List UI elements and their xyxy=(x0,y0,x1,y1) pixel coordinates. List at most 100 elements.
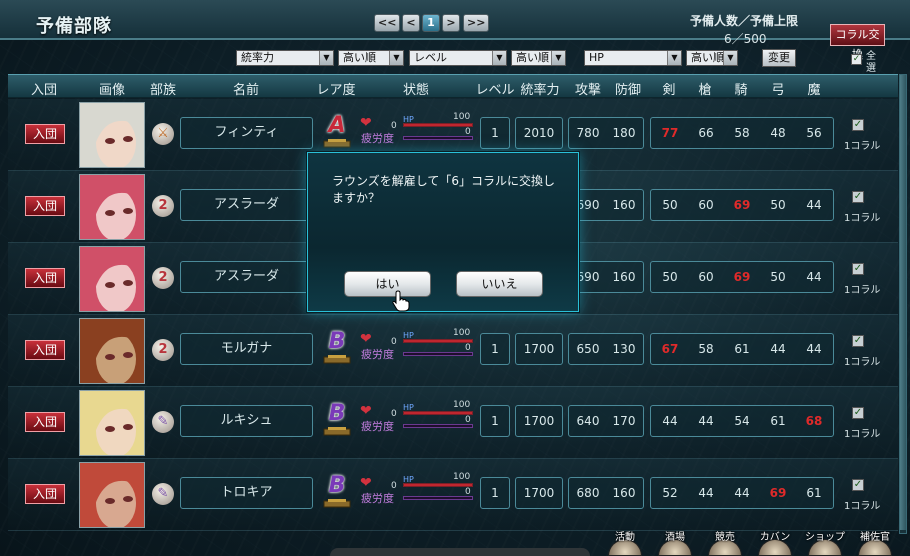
coral-exchange-button[interactable]: コラル交換 xyxy=(830,24,885,61)
chevron-down-icon: ▼ xyxy=(723,51,737,65)
sword-value: 44 xyxy=(662,414,678,428)
level-cell: 1 xyxy=(480,405,510,437)
table-row: 入団 2 モルガナ B ❤ 0 HP 100 疲労度 0 1 1700 650 … xyxy=(8,315,898,387)
tribe-glyph: 2 xyxy=(158,342,168,357)
scrollbar[interactable] xyxy=(899,74,907,534)
sort-filter-bar: 統率力▼ 高い順▼ レベル▼ 高い順▼ HP▼ 高い順▼ 変更 ✓ 全選択 xyxy=(0,46,910,86)
row-checkbox[interactable]: ✓ xyxy=(852,407,864,419)
sword-value: 50 xyxy=(662,198,678,212)
sort-key-3-select[interactable]: HP ▼ xyxy=(584,50,682,66)
portrait-image xyxy=(80,103,144,167)
tribe-icon: ✎ xyxy=(152,411,174,433)
coral-value-label: 1コラル xyxy=(844,429,881,440)
defense-value: 160 xyxy=(612,486,636,500)
reserve-label: 予備人数／予備上限 xyxy=(690,14,799,28)
nav-bag-button[interactable]: カバン xyxy=(750,528,800,556)
apply-sort-button[interactable]: 変更 xyxy=(762,49,796,67)
unit-name: フィンティ xyxy=(180,117,313,149)
hp-bar-fill xyxy=(404,340,472,342)
row-checkbox[interactable]: ✓ xyxy=(852,263,864,275)
first-page-button[interactable]: << xyxy=(374,14,401,32)
spear-value: 44 xyxy=(698,486,714,500)
unit-name: モルガナ xyxy=(180,333,313,365)
sort-order-1-select[interactable]: 高い順 ▼ xyxy=(338,50,404,66)
weapon-aptitude-cell: 67 58 61 44 44 xyxy=(650,333,834,365)
join-button[interactable]: 入団 xyxy=(25,196,65,216)
page-title: 予備部隊 xyxy=(36,16,112,37)
nav-shop-button[interactable]: ショップ xyxy=(800,528,850,556)
heart-icon: ❤ xyxy=(360,331,372,347)
row-checkbox[interactable]: ✓ xyxy=(852,191,864,203)
reserve-count: 6／500 xyxy=(724,32,767,46)
spear-value: 66 xyxy=(698,126,714,140)
cavalry-value: 44 xyxy=(734,486,750,500)
unit-portrait xyxy=(79,246,145,312)
tribe-icon: ✎ xyxy=(152,483,174,505)
join-button[interactable]: 入団 xyxy=(25,484,65,504)
portrait-image xyxy=(80,247,144,311)
fatigue-bar xyxy=(403,352,473,356)
row-checkbox[interactable]: ✓ xyxy=(852,335,864,347)
sort-order-2-select[interactable]: 高い順 ▼ xyxy=(511,50,566,66)
nav-tavern-button[interactable]: 酒場 xyxy=(650,528,700,556)
fatigue-label: 疲労度 xyxy=(361,132,394,145)
rarity-badge: B xyxy=(320,401,354,437)
magic-value: 56 xyxy=(806,126,822,140)
yes-button[interactable]: はい xyxy=(344,271,431,297)
current-page-button[interactable]: 1 xyxy=(422,14,440,32)
sort-key-1-select[interactable]: 統率力 ▼ xyxy=(236,50,334,66)
attack-defense-cell: 690 160 xyxy=(568,261,644,293)
no-button[interactable]: いいえ xyxy=(456,271,543,297)
join-button[interactable]: 入団 xyxy=(25,340,65,360)
attack-value: 640 xyxy=(576,414,600,428)
col-level: レベル xyxy=(475,83,515,98)
coral-value-label: 1コラル xyxy=(844,285,881,296)
col-cavalry: 騎 xyxy=(734,83,748,98)
attack-defense-cell: 640 170 xyxy=(568,405,644,437)
heart-icon: ❤ xyxy=(360,475,372,491)
next-page-button[interactable]: > xyxy=(442,14,460,32)
col-name: 名前 xyxy=(232,83,260,98)
join-button[interactable]: 入団 xyxy=(25,412,65,432)
nav-activity-button[interactable]: 活動 xyxy=(600,528,650,556)
chevron-down-icon: ▼ xyxy=(492,51,506,65)
prev-page-button[interactable]: < xyxy=(402,14,420,32)
coral-value-label: 1コラル xyxy=(844,501,881,512)
unit-name: トロキア xyxy=(180,477,313,509)
row-checkbox[interactable]: ✓ xyxy=(852,119,864,131)
sort-key-2-select[interactable]: レベル ▼ xyxy=(409,50,507,66)
nav-activity-label: 活動 xyxy=(615,532,635,543)
col-attack: 攻撃 xyxy=(574,83,602,98)
attack-value: 780 xyxy=(576,126,600,140)
select-all-checkbox[interactable]: ✓ xyxy=(851,54,862,65)
tribe-icon: 2 xyxy=(152,267,174,289)
join-button[interactable]: 入団 xyxy=(25,124,65,144)
row-checkbox[interactable]: ✓ xyxy=(852,479,864,491)
join-button[interactable]: 入団 xyxy=(25,268,65,288)
nav-auction-button[interactable]: 競売 xyxy=(700,528,750,556)
nav-assistant-button[interactable]: 補佐官 xyxy=(850,528,900,556)
defense-value: 130 xyxy=(612,342,636,356)
sort-key-2-value: レベル xyxy=(414,51,447,64)
last-page-button[interactable]: >> xyxy=(463,14,490,32)
chevron-down-icon: ▼ xyxy=(667,51,681,65)
command-cell: 1700 xyxy=(515,405,563,437)
col-spear: 槍 xyxy=(698,83,712,98)
sort-key-3-value: HP xyxy=(589,51,604,64)
col-defense: 防御 xyxy=(614,83,642,98)
hp-max: 100 xyxy=(453,472,471,482)
portrait-image xyxy=(80,175,144,239)
sort-order-2-value: 高い順 xyxy=(516,51,549,64)
level-cell: 1 xyxy=(480,477,510,509)
nav-tavern-label: 酒場 xyxy=(665,532,685,543)
scrollbar-thumb[interactable] xyxy=(900,75,906,530)
defense-value: 180 xyxy=(612,126,636,140)
unit-portrait xyxy=(79,102,145,168)
fatigue-bar xyxy=(403,496,473,500)
attack-value: 650 xyxy=(576,342,600,356)
attack-value: 680 xyxy=(576,486,600,500)
rarity-badge: B xyxy=(320,473,354,509)
defense-value: 160 xyxy=(612,270,636,284)
sort-order-3-select[interactable]: 高い順 ▼ xyxy=(686,50,738,66)
spear-value: 60 xyxy=(698,270,714,284)
